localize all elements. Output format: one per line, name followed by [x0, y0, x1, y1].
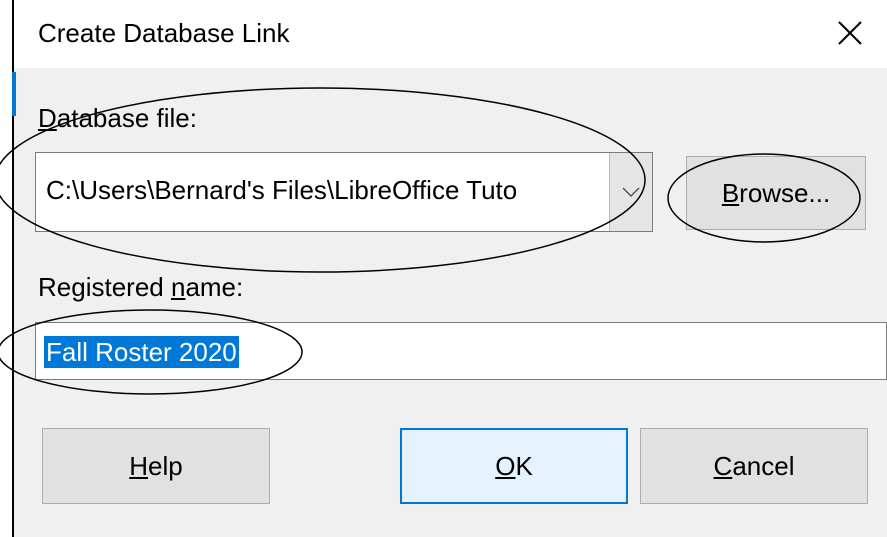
help-button[interactable]: Help: [42, 428, 270, 504]
database-file-combobox[interactable]: C:\Users\Bernard's Files\LibreOffice Tut…: [35, 152, 653, 232]
chevron-down-icon: [622, 187, 640, 198]
title-bar: Create Database Link: [14, 0, 887, 68]
ok-button-rest: K: [515, 450, 533, 481]
screenshot-stage: Create Database Link Database file: C:\U…: [0, 0, 887, 537]
registered-name-input[interactable]: Fall Roster 2020: [35, 322, 887, 380]
focus-indicator: [12, 72, 16, 116]
browse-button-mnemonic: B: [721, 177, 740, 208]
ok-button-mnemonic: O: [495, 450, 516, 481]
cancel-button-rest: ancel: [732, 450, 795, 481]
database-file-label: Database file:: [38, 103, 197, 134]
close-icon: [838, 21, 862, 45]
registered-name-label-pre: Registered: [38, 272, 171, 302]
registered-name-value: Fall Roster 2020: [44, 336, 239, 368]
help-button-mnemonic: H: [129, 450, 149, 481]
database-file-label-rest: atabase file:: [56, 103, 197, 133]
registered-name-label-mnemonic: n: [170, 272, 186, 302]
browse-button[interactable]: Browse...: [686, 156, 866, 230]
ok-button[interactable]: OK: [400, 428, 628, 504]
cancel-button-mnemonic: C: [713, 450, 733, 481]
database-file-label-mnemonic: D: [38, 103, 57, 133]
dialog-title: Create Database Link: [38, 18, 290, 48]
cancel-button[interactable]: Cancel: [640, 428, 868, 504]
registered-name-label: Registered name:: [38, 272, 243, 303]
browse-button-rest: rowse...: [739, 177, 831, 208]
close-button[interactable]: [825, 8, 875, 58]
database-file-dropdown-button[interactable]: [609, 153, 652, 231]
help-button-rest: elp: [148, 450, 183, 481]
registered-name-label-post: ame:: [185, 272, 244, 302]
create-database-link-dialog: Create Database Link Database file: C:\U…: [12, 0, 887, 537]
database-file-value: C:\Users\Bernard's Files\LibreOffice Tut…: [46, 175, 518, 205]
